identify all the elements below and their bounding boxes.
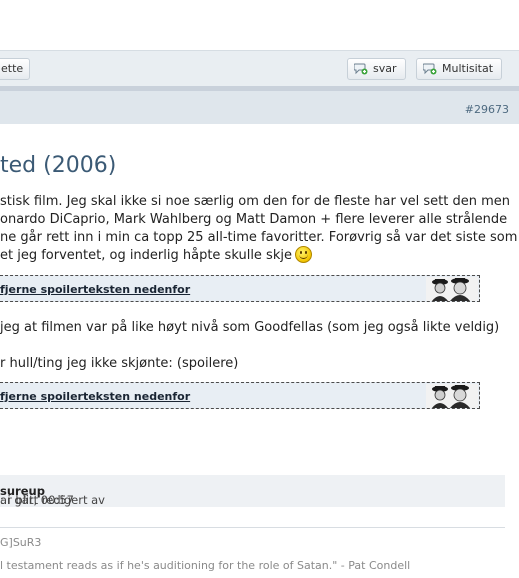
spoiler-toggle-2[interactable]: fjerne spoilerteksten nedenfor: [0, 382, 480, 409]
post-body-line-3: ne går rett inn i min ca topp 25 all-tim…: [0, 230, 518, 245]
left-cut-button-label: ette: [1, 62, 24, 75]
edit-note: ar blitt redigert av sureup: i går, 00:5…: [0, 475, 505, 507]
post-body-line-4-text: et jeg forventet, og inderlig håpte skul…: [0, 248, 292, 263]
post-body-line-2: onardo DiCaprio, Mark Wahlberg og Matt D…: [0, 212, 508, 227]
spoiler-toggle-1-label[interactable]: fjerne spoilerteksten nedenfor: [0, 283, 190, 296]
edit-note-suffix: : i går, 00:57: [0, 493, 74, 507]
post-title: ted (2006): [0, 153, 117, 178]
post-body-line-4: et jeg forventet, og inderlig håpte skul…: [0, 246, 312, 266]
signature-divider: [0, 527, 505, 528]
post-number-link[interactable]: #29673: [465, 103, 509, 116]
spoiler-image-1: [426, 277, 478, 301]
signature-line-2: l testament reads as if he's auditioning…: [0, 559, 411, 572]
post-header: #29673: [0, 91, 519, 124]
spoiler-image-2: [426, 384, 478, 408]
reply-button-label: svar: [373, 62, 397, 75]
smiley-icon: [294, 246, 312, 263]
post-body-paragraph-3: r hull/ting jeg ikke skjønte: (spoilere): [0, 356, 239, 371]
post-body-paragraph-2: jeg at filmen var på like høyt nivå som …: [0, 320, 500, 335]
multiquote-button[interactable]: Multisitat: [416, 58, 502, 80]
signature-line-1: G]SuR3: [0, 536, 42, 549]
multiquote-icon: [422, 62, 437, 75]
top-blank-area: [0, 0, 519, 50]
edit-note-text: ar blitt redigert av sureup: i går, 00:5…: [0, 484, 105, 507]
post-body-line-1: stisk film. Jeg skal ikke si noe særlig …: [0, 194, 510, 209]
multiquote-button-label: Multisitat: [442, 62, 494, 75]
left-cut-button[interactable]: ette: [0, 58, 31, 80]
spoiler-toggle-2-label[interactable]: fjerne spoilerteksten nedenfor: [0, 390, 190, 403]
reply-icon: [353, 62, 368, 75]
post-action-bar: ette svar Multisitat: [0, 50, 519, 86]
reply-button[interactable]: svar: [347, 58, 406, 80]
spoiler-toggle-1[interactable]: fjerne spoilerteksten nedenfor: [0, 275, 480, 302]
